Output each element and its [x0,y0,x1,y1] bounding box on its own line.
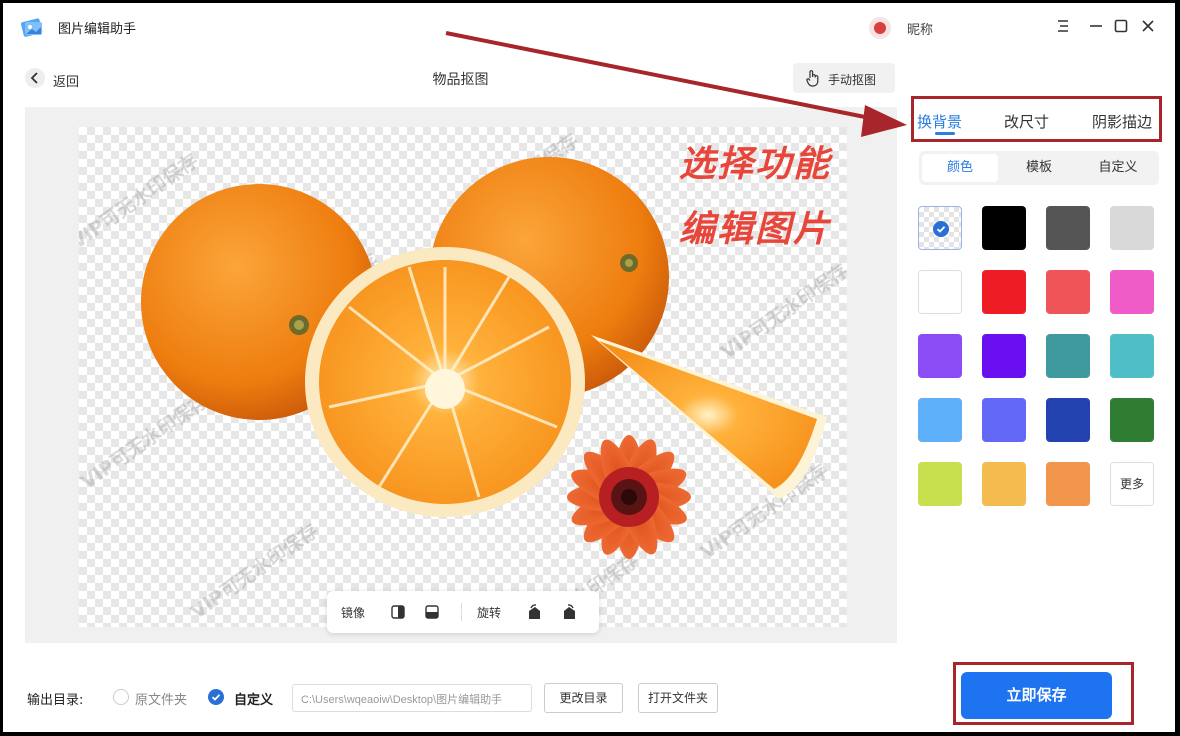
maximize-icon[interactable] [1111,16,1131,36]
color-swatch[interactable] [918,398,962,442]
subtab-custom[interactable]: 自定义 [1080,154,1156,182]
color-swatch[interactable] [982,462,1026,506]
back-label: 返回 [53,75,80,90]
background-subtabs: 颜色 模板 自定义 [919,151,1159,185]
app-window: 图片编辑助手 昵称 返回 物品抠图 手动抠图 VIP可无水印保存 VIP可无水印… [3,3,1175,732]
color-swatch[interactable] [918,462,962,506]
toolbar-divider [461,603,462,621]
more-colors-button[interactable]: 更多 [1110,462,1154,506]
manual-cutout-button[interactable]: 手动抠图 [793,63,895,93]
annotation-text: 编辑图片 [679,209,832,250]
image-toolbar: 镜像 旋转 [327,591,599,633]
app-logo-icon [21,18,43,37]
radio-custom-folder[interactable] [208,689,224,705]
color-swatch[interactable] [1046,270,1090,314]
output-directory-label: 输出目录: [27,693,84,708]
page-title: 物品抠图 [432,72,489,88]
back-button[interactable]: 返回 [25,68,85,90]
subtab-color[interactable]: 颜色 [922,154,998,182]
rotate-left-icon[interactable] [525,603,543,621]
menu-icon[interactable] [1053,16,1073,36]
color-swatch[interactable] [1110,206,1154,250]
color-swatch[interactable] [918,334,962,378]
close-icon[interactable] [1138,16,1158,36]
change-directory-button[interactable]: 更改目录 [544,683,623,713]
swatch-transparent-selected[interactable] [918,206,962,250]
color-swatch[interactable] [918,270,962,314]
tab-change-background[interactable]: 换背景 [917,111,962,132]
color-swatch[interactable] [1046,206,1090,250]
annotation-text: 选择功能 [679,144,832,185]
active-tab-indicator [935,132,955,135]
tab-resize[interactable]: 改尺寸 [1004,111,1049,132]
open-folder-button[interactable]: 打开文件夹 [638,683,718,713]
minimize-icon[interactable] [1086,16,1106,36]
color-swatch[interactable] [1046,398,1090,442]
flip-horizontal-icon[interactable] [389,603,407,621]
canvas-area: VIP可无水印保存 VIP可无水印保存 VIP可无水印保存 VIP可无水印保存 … [25,107,897,643]
avatar[interactable] [869,17,891,39]
user-name[interactable]: 昵称 [907,19,933,38]
check-icon [211,694,221,701]
app-title: 图片编辑助手 [58,22,137,37]
save-now-button[interactable]: 立即保存 [961,672,1112,719]
radio-original-folder[interactable] [113,689,129,705]
color-swatch[interactable] [1110,270,1154,314]
color-swatch[interactable] [1110,334,1154,378]
tab-shadow-outline[interactable]: 阴影描边 [1092,111,1152,132]
rotate-right-icon[interactable] [561,603,579,621]
color-swatch[interactable] [982,398,1026,442]
subtab-template[interactable]: 模板 [1001,154,1077,182]
color-swatch[interactable] [1046,334,1090,378]
rotate-label: 旋转 [477,606,502,620]
color-swatch[interactable] [982,334,1026,378]
mirror-label: 镜像 [341,606,366,620]
color-swatch[interactable] [982,206,1026,250]
color-swatch[interactable] [982,270,1026,314]
color-swatch[interactable] [1046,462,1090,506]
flip-vertical-icon[interactable] [423,603,441,621]
manual-cutout-label: 手动抠图 [828,73,877,87]
color-swatch[interactable] [1110,398,1154,442]
output-path-field[interactable]: C:\Users\wqeaoiw\Desktop\图片编辑助手 [292,684,532,712]
check-icon [933,221,949,237]
hand-pointer-icon [806,70,819,87]
title-bar: 图片编辑助手 昵称 [3,3,1175,51]
custom-folder-label[interactable]: 自定义 [234,689,273,708]
original-folder-label[interactable]: 原文件夹 [135,689,187,708]
chevron-left-icon [25,68,45,88]
